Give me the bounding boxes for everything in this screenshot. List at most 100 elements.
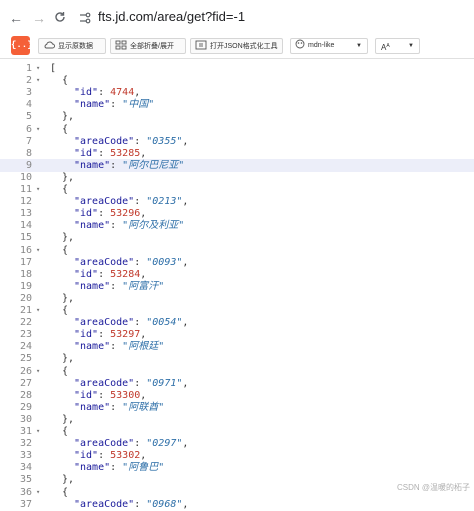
json-key: "areaCode": [74, 498, 135, 510]
line-number: 13: [19, 208, 32, 220]
code-text: },: [62, 413, 74, 426]
fold-toggle-icon[interactable]: ▾: [36, 425, 40, 438]
line-number: 5: [25, 111, 32, 123]
json-punctuation: {: [62, 365, 69, 377]
code-line: 33 "id": 53302,: [0, 449, 474, 462]
code-text: "id": 4744,: [74, 86, 140, 99]
json-string: "0054": [146, 317, 183, 329]
line-number: 14: [19, 220, 32, 232]
forward-icon[interactable]: →: [29, 8, 49, 28]
json-punctuation: :: [134, 498, 147, 510]
code-line: 26 ▾ {: [0, 365, 474, 378]
reload-icon[interactable]: [50, 8, 70, 28]
code-line: 17 "areaCode": "0093",: [0, 256, 474, 269]
fold-all-button[interactable]: 全部折叠/展开: [110, 38, 186, 54]
line-number: 8: [25, 147, 32, 159]
code-line: 15},: [0, 231, 474, 244]
code-line: 19 "name": "阿富汗": [0, 280, 474, 293]
fold-toggle-icon[interactable]: ▾: [36, 183, 40, 196]
line-number: 35: [19, 474, 32, 486]
fold-toggle-icon[interactable]: ▾: [36, 123, 40, 136]
theme-select[interactable]: mdn-like ▼: [290, 38, 368, 54]
code-text: {: [62, 486, 68, 499]
code-text: {: [62, 123, 68, 136]
json-punctuation: ,: [182, 317, 189, 329]
code-line: 12 "areaCode": "0213",: [0, 195, 474, 208]
json-string: "阿尔巴尼亚": [122, 159, 185, 171]
json-punctuation: :: [134, 438, 147, 450]
code-line: 6 ▾ {: [0, 123, 474, 136]
json-punctuation: ,: [182, 377, 189, 389]
code-text: "name": "阿根廷": [74, 340, 164, 353]
grid-icon: [115, 40, 127, 50]
line-number: 28: [19, 389, 32, 401]
code-text: "areaCode": "0297",: [74, 437, 188, 450]
line-number: 18: [19, 268, 32, 280]
code-text: {: [62, 304, 68, 317]
fold-toggle-icon[interactable]: ▾: [36, 74, 40, 87]
line-number: 4: [25, 99, 32, 111]
json-number: 53302: [110, 450, 141, 462]
code-text: "areaCode": "0355",: [74, 135, 188, 148]
json-key: "id": [74, 268, 99, 280]
line-number: 10: [19, 171, 32, 183]
code-text: {: [62, 244, 68, 257]
code-line: 13 "id": 53296,: [0, 207, 474, 220]
json-number: 53297: [110, 329, 141, 341]
json-punctuation: :: [98, 329, 111, 341]
cloud-icon: [44, 41, 55, 49]
font-size-select[interactable]: AA ▼: [375, 38, 420, 54]
json-string: "0355": [146, 135, 183, 147]
json-punctuation: },: [62, 413, 75, 425]
json-key: "areaCode": [74, 317, 135, 329]
json-key: "id": [74, 147, 99, 159]
code-line: 16 ▾ {: [0, 244, 474, 257]
json-key: "name": [74, 220, 111, 232]
json-punctuation: ,: [140, 208, 147, 220]
json-key: "name": [74, 280, 111, 292]
code-line: 30},: [0, 413, 474, 426]
json-key: "areaCode": [74, 196, 135, 208]
chevron-down-icon: ▼: [408, 43, 414, 49]
code-line: 27 "areaCode": "0971",: [0, 377, 474, 390]
code-line: 2 ▾ {: [0, 74, 474, 87]
json-key: "name": [74, 341, 111, 353]
code-text: "id": 53285,: [74, 147, 146, 160]
code-text: {: [62, 425, 68, 438]
open-json-tool-button[interactable]: 打开JSON格式化工具: [190, 38, 283, 54]
fold-toggle-icon[interactable]: ▾: [36, 486, 40, 499]
json-punctuation: :: [98, 147, 111, 159]
fold-toggle-icon[interactable]: ▾: [36, 365, 40, 378]
json-punctuation: ,: [140, 147, 147, 159]
json-punctuation: {: [62, 184, 69, 195]
json-string: "阿富汗": [122, 280, 165, 292]
json-punctuation: ,: [182, 498, 189, 510]
line-number: 12: [19, 196, 32, 208]
url-text[interactable]: fts.jd.com/area/get?fid=-1: [98, 9, 245, 24]
fold-toggle-icon[interactable]: ▾: [36, 62, 40, 75]
show-raw-button[interactable]: 显示原数据: [38, 38, 106, 54]
json-string: "0213": [146, 196, 183, 208]
url-bar[interactable]: fts.jd.com/area/get?fid=-1: [72, 5, 472, 31]
site-info-icon[interactable]: [78, 11, 92, 25]
json-punctuation: ,: [140, 268, 147, 280]
json-punctuation: :: [110, 280, 123, 292]
line-number: 9: [25, 159, 32, 171]
code-line: 24 "name": "阿根廷": [0, 340, 474, 353]
fold-toggle-icon[interactable]: ▾: [36, 304, 40, 317]
line-number: 23: [19, 329, 32, 341]
code-line: 18 "id": 53284,: [0, 268, 474, 281]
code-text: "name": "阿鲁巴": [74, 461, 164, 474]
code-text: {: [62, 74, 68, 87]
code-line: 20},: [0, 292, 474, 305]
code-text: },: [62, 231, 74, 244]
code-text: "name": "中国": [74, 98, 154, 111]
json-viewer-logo[interactable]: {..}: [11, 36, 33, 55]
fold-toggle-icon[interactable]: ▾: [36, 244, 40, 257]
code-text: {: [62, 365, 68, 378]
json-punctuation: :: [110, 220, 123, 232]
json-editor[interactable]: 1 ▾[2 ▾{3 "id": 4744, 4 "name": "中国" 5}, 6 ▾{7 "a…: [0, 62, 474, 510]
back-icon[interactable]: ←: [6, 8, 26, 28]
line-number: 25: [19, 353, 32, 365]
line-number: 6: [25, 123, 32, 135]
